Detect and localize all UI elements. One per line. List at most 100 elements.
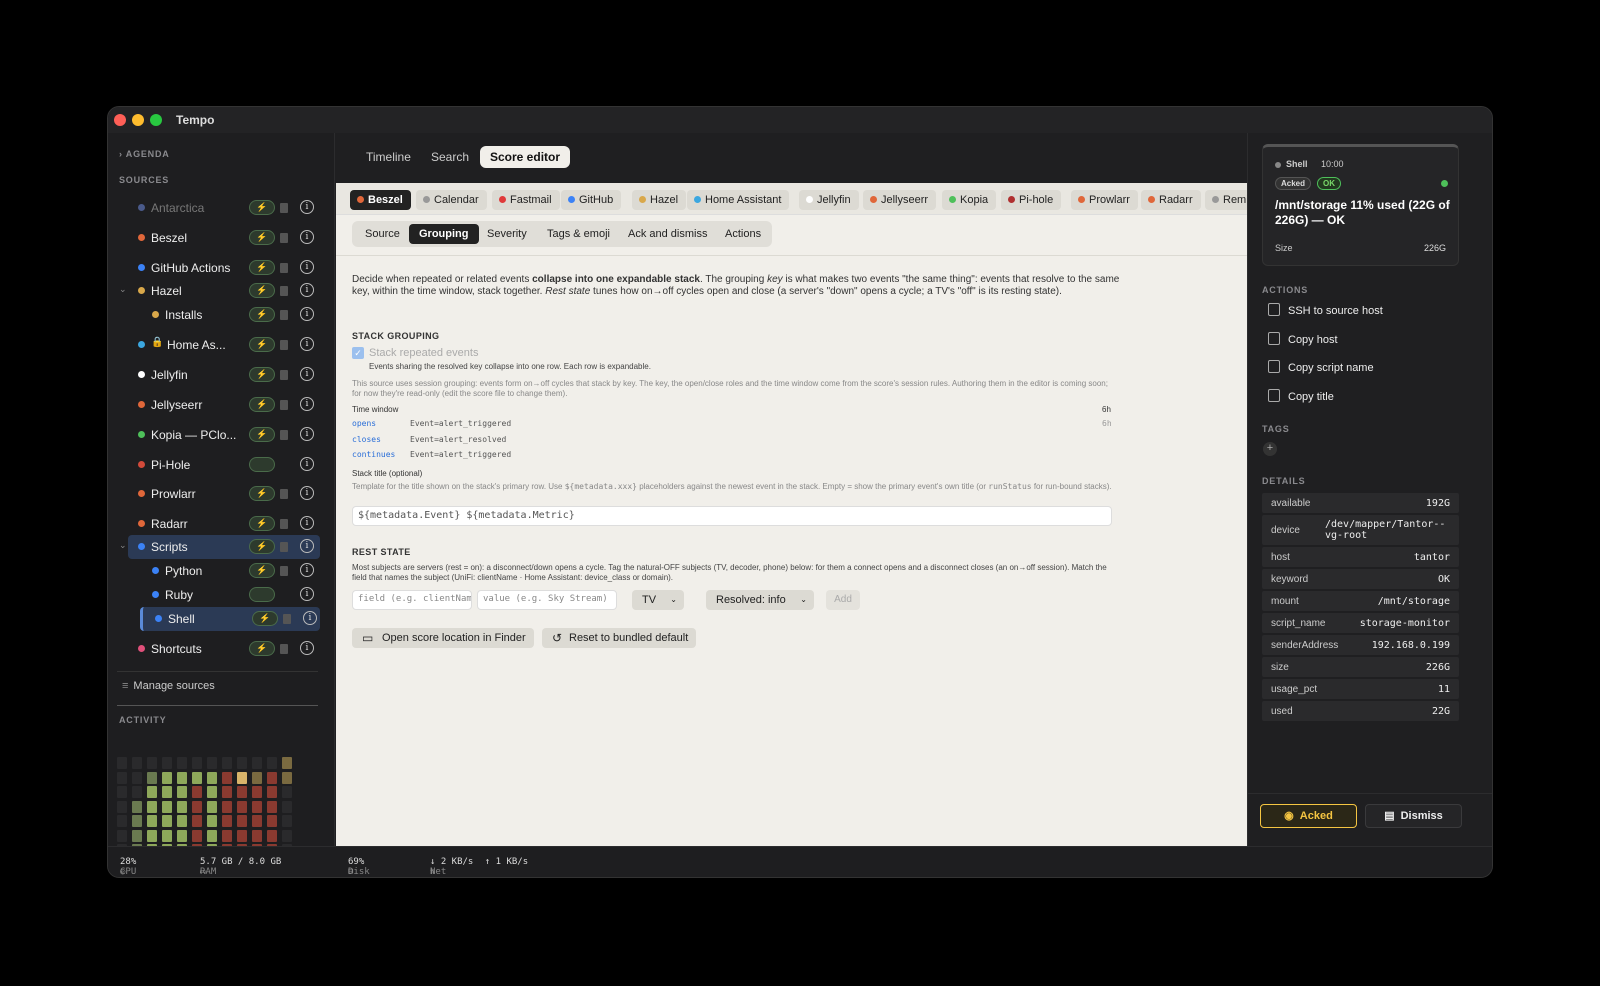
open-finder-button[interactable]: ▭ Open score location in Finder [352, 628, 534, 648]
source-toggle[interactable]: ⚡ [249, 539, 275, 554]
source-toggle[interactable]: ⚡ [249, 397, 275, 412]
info-icon[interactable]: i [300, 367, 314, 381]
source-chip[interactable]: Prowlarr [1071, 190, 1138, 210]
source-item[interactable]: Prowlarr ⚡ i [108, 482, 335, 506]
source-toggle[interactable]: ⚡ [252, 611, 278, 626]
chevron-down-icon[interactable]: ⌄ [119, 284, 127, 295]
source-toggle[interactable]: ⚡ [249, 427, 275, 442]
source-item[interactable]: Installs ⚡ i [108, 303, 335, 327]
source-item[interactable]: Beszel ⚡ i [108, 226, 335, 250]
source-toggle[interactable]: ⚡ [249, 307, 275, 322]
info-icon[interactable]: i [300, 283, 314, 297]
source-chip[interactable]: Pi-hole [1001, 190, 1062, 210]
subtab-actions[interactable]: Actions [715, 224, 771, 244]
source-chip[interactable]: Kopia [942, 190, 997, 210]
chevron-down-icon[interactable]: ⌄ [119, 540, 127, 551]
source-item[interactable]: Kopia — PClo... ⚡ i [108, 423, 335, 447]
add-rule-button[interactable]: Add [826, 590, 860, 610]
info-icon[interactable]: i [300, 539, 314, 553]
info-icon[interactable]: i [300, 587, 314, 601]
source-item[interactable]: Pi-Hole i [108, 453, 335, 477]
action-item[interactable]: Copy script name [1268, 360, 1374, 374]
source-item[interactable]: Jellyfin ⚡ i [108, 363, 335, 387]
action-item[interactable]: SSH to source host [1268, 303, 1383, 317]
source-item[interactable]: Antarctica ⚡ i [108, 196, 335, 220]
dismiss-button[interactable]: ▤ Dismiss [1365, 804, 1462, 828]
zoom-button[interactable] [150, 114, 162, 126]
info-icon[interactable]: i [300, 427, 314, 441]
source-item[interactable]: Shortcuts ⚡ i [108, 637, 335, 661]
source-chip[interactable]: Fastmail [492, 190, 560, 210]
source-chip[interactable]: Radarr [1141, 190, 1201, 210]
source-item[interactable]: Python ⚡ i [108, 559, 335, 583]
subtab-severity[interactable]: Severity [477, 224, 537, 244]
source-toggle[interactable]: ⚡ [249, 641, 275, 656]
activity-cell [117, 800, 127, 813]
close-button[interactable] [114, 114, 126, 126]
acked-button[interactable]: ◉ Acked [1260, 804, 1357, 828]
info-icon[interactable]: i [303, 611, 317, 625]
kind-select[interactable]: TV ⌄ [632, 590, 684, 610]
tab-score-editor[interactable]: Score editor [480, 146, 571, 168]
source-chip[interactable]: GitHub [561, 190, 622, 210]
source-item[interactable]: Jellyseerr ⚡ i [108, 393, 335, 417]
action-item[interactable]: Copy host [1268, 331, 1338, 346]
source-toggle[interactable]: ⚡ [249, 200, 275, 215]
subtab-tags-emoji[interactable]: Tags & emoji [537, 224, 620, 244]
source-chip[interactable]: Home Assistant [687, 190, 790, 210]
source-toggle[interactable]: ⚡ [249, 337, 275, 352]
subtab-source[interactable]: Source [355, 224, 410, 244]
source-item[interactable]: 🔒 Home As... ⚡ i [108, 333, 335, 357]
source-chip[interactable]: Calendar [416, 190, 487, 210]
source-toggle[interactable]: ⚡ [249, 486, 275, 501]
info-icon[interactable]: i [300, 397, 314, 411]
value-input[interactable]: value (e.g. Sky Stream) [477, 590, 617, 610]
info-icon[interactable]: i [300, 641, 314, 655]
info-icon[interactable]: i [300, 486, 314, 500]
source-chip[interactable]: Hazel [632, 190, 687, 210]
add-tag-button[interactable]: + [1263, 442, 1277, 456]
source-toggle[interactable]: ⚡ [249, 367, 275, 382]
source-toggle[interactable]: ⚡ [249, 563, 275, 578]
source-item[interactable]: Shell ⚡ i [140, 607, 320, 631]
source-toggle[interactable]: ⚡ [249, 283, 275, 298]
action-item[interactable]: Copy title [1268, 388, 1334, 403]
manage-sources-button[interactable]: ≡ Manage sources [122, 680, 215, 692]
source-chip[interactable]: Jellyseerr [863, 190, 937, 210]
subtab-ack-dismiss[interactable]: Ack and dismiss [618, 224, 717, 244]
source-chip[interactable]: Jellyfin [799, 190, 859, 210]
source-toggle[interactable] [249, 587, 275, 602]
resolved-select[interactable]: Resolved: info ⌄ [706, 590, 814, 610]
info-icon[interactable]: i [300, 307, 314, 321]
reset-default-button[interactable]: ↺ Reset to bundled default [542, 628, 697, 648]
source-toggle[interactable] [249, 457, 275, 472]
source-item[interactable]: GitHub Actions ⚡ i [108, 256, 335, 280]
source-item[interactable]: ⌄ Hazel ⚡ i [108, 279, 335, 303]
chip-label: Fastmail [510, 194, 552, 206]
source-item[interactable]: Radarr ⚡ i [108, 512, 335, 536]
stack-repeated-checkbox[interactable]: ✓ [352, 347, 364, 359]
info-icon[interactable]: i [300, 457, 314, 471]
field-input[interactable]: field (e.g. clientNam [352, 590, 472, 610]
source-item[interactable]: Ruby i [108, 583, 335, 607]
source-color-dot [138, 287, 145, 294]
source-toggle[interactable]: ⚡ [249, 260, 275, 275]
source-toggle[interactable]: ⚡ [249, 230, 275, 245]
info-icon[interactable]: i [300, 260, 314, 274]
tab-timeline[interactable]: Timeline [356, 146, 421, 168]
info-icon[interactable]: i [300, 337, 314, 351]
source-chip[interactable]: Remi [1205, 190, 1247, 210]
info-icon[interactable]: i [300, 200, 314, 214]
info-icon[interactable]: i [300, 563, 314, 577]
source-toggle[interactable]: ⚡ [249, 516, 275, 531]
info-icon[interactable]: i [300, 230, 314, 244]
source-chip[interactable]: Beszel [350, 190, 411, 210]
info-icon[interactable]: i [300, 516, 314, 530]
tab-search[interactable]: Search [421, 146, 479, 168]
stack-title-input[interactable]: ${metadata.Event} ${metadata.Metric} [352, 506, 1112, 526]
agenda-toggle[interactable]: › AGENDA [119, 149, 170, 159]
source-item[interactable]: ⌄ Scripts ⚡ i [119, 535, 320, 559]
chip-color-dot [1148, 196, 1155, 203]
minimize-button[interactable] [132, 114, 144, 126]
subtab-grouping[interactable]: Grouping [409, 224, 479, 244]
